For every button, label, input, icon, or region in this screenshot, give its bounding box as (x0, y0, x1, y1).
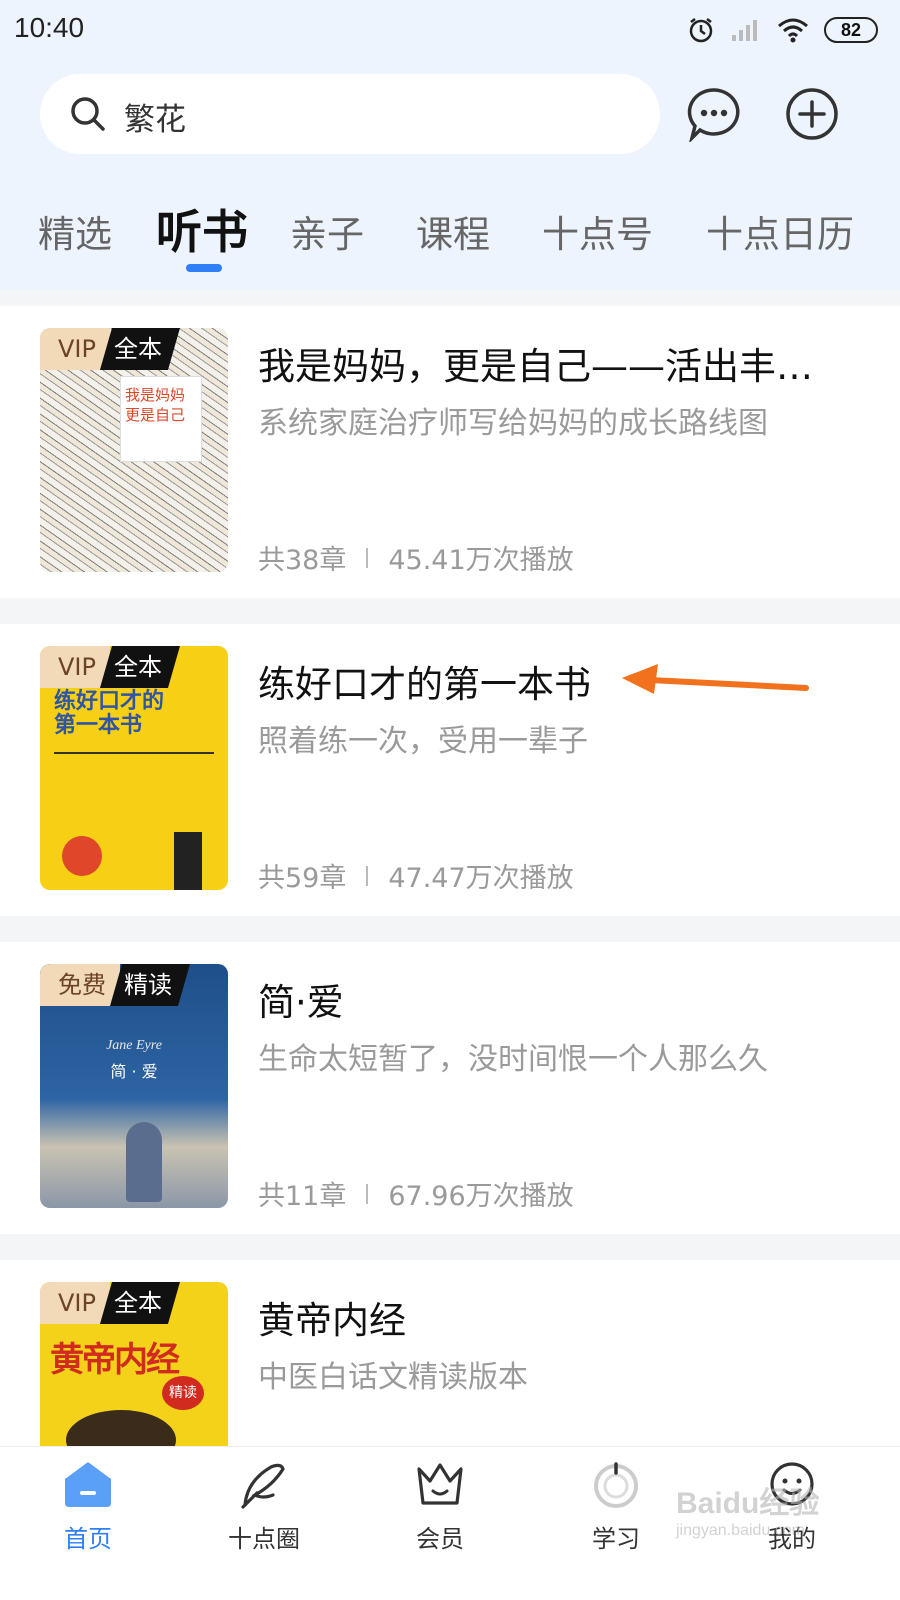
cover-text: 第一本书 (54, 713, 143, 738)
search-input[interactable]: 繁花 (40, 74, 660, 154)
book-badge: VIP 全本 (40, 646, 180, 688)
chapter-count: 共38章 (258, 545, 347, 576)
wifi-icon (778, 18, 808, 43)
vip-badge: VIP (40, 1282, 110, 1324)
search-text: 繁花 (124, 102, 186, 138)
book-badge: VIP 全本 (40, 1282, 180, 1324)
book-title[interactable]: 练好口才的第一本书 (258, 654, 591, 708)
play-count: 45.41万次播放 (388, 545, 574, 576)
book-card[interactable]: 免费 精读 Jane Eyre 简 · 爱 简·爱 生命太短暂了，没时间恨一个人… (0, 942, 900, 1234)
watermark: Baidu经验 jingyan.baidu.com (676, 1478, 819, 1540)
book-meta: 共11章 67.96万次播放 (258, 1174, 574, 1213)
meta-divider (366, 547, 369, 568)
book-card[interactable]: VIP 全本 黄帝内经 精读 黄帝内经 中医白话文精读版本 (0, 1260, 900, 1446)
full-badge: 全本 (100, 328, 180, 370)
cover-text: 简 · 爱 (110, 1062, 158, 1081)
message-icon[interactable] (686, 86, 742, 142)
crown-icon (417, 1463, 463, 1505)
status-bar: 10:40 82 (0, 0, 900, 62)
cover-text: 黄帝内经 (50, 1340, 180, 1380)
nav-label: 学习 (592, 1525, 640, 1553)
cover-title-box: 我是妈妈 更是自己 (120, 376, 202, 462)
study-icon (594, 1462, 638, 1508)
nav-home[interactable]: 首页 (28, 1459, 148, 1554)
cover-text: 练好口才的 (54, 689, 165, 714)
book-meta: 共59章 47.47万次播放 (258, 856, 574, 895)
nav-label: 首页 (64, 1525, 112, 1553)
book-subtitle: 中医白话文精读版本 (258, 1360, 528, 1395)
tab-shidianhao[interactable]: 十点号 (542, 204, 653, 258)
tab-parenting[interactable]: 亲子 (290, 204, 364, 258)
category-tabs: 精选 听书 亲子 课程 十点号 十点日历 (0, 190, 900, 280)
nav-label: 会员 (416, 1525, 464, 1553)
free-badge: 免费 (40, 964, 120, 1006)
nav-circle[interactable]: 十点圈 (204, 1459, 324, 1554)
book-subtitle: 生命太短暂了，没时间恨一个人那么久 (258, 1042, 768, 1077)
nav-study[interactable]: 学习 (556, 1459, 676, 1554)
watermark-sub: jingyan.baidu.com (676, 1522, 805, 1539)
book-badge: 免费 精读 (40, 964, 190, 1006)
battery-indicator: 82 (824, 17, 878, 43)
cover-line (54, 752, 214, 754)
book-badge: VIP 全本 (40, 328, 180, 370)
active-tab-indicator (186, 264, 222, 272)
tab-featured[interactable]: 精选 (38, 204, 112, 258)
meta-divider (366, 865, 369, 886)
watermark-main: Baidu经验 (676, 1487, 820, 1520)
tab-calendar[interactable]: 十点日历 (706, 204, 854, 258)
status-time: 10:40 (14, 12, 85, 43)
cover-text: 精读 (162, 1376, 204, 1410)
meta-divider (366, 1183, 369, 1204)
cover-podium (174, 832, 202, 890)
annotation-arrow-icon (622, 664, 809, 694)
feather-icon (241, 1463, 285, 1509)
book-title[interactable]: 我是妈妈，更是自己——活出丰… (258, 336, 813, 390)
play-count: 67.96万次播放 (388, 1181, 574, 1212)
cover-text: 我是妈妈 (125, 386, 186, 404)
book-title[interactable]: 简·爱 (258, 972, 344, 1026)
book-subtitle: 系统家庭治疗师写给妈妈的成长路线图 (258, 406, 768, 441)
chapter-count: 共11章 (258, 1181, 347, 1212)
search-icon (71, 97, 105, 131)
chapter-count: 共59章 (258, 863, 347, 894)
cover-image (66, 1410, 176, 1446)
book-cover[interactable]: VIP 全本 我是妈妈 更是自己 (40, 328, 228, 572)
intensive-badge: 精读 (110, 964, 190, 1006)
vip-badge: VIP (40, 328, 110, 370)
full-badge: 全本 (100, 646, 180, 688)
home-icon (65, 1462, 111, 1507)
play-count: 47.47万次播放 (388, 863, 574, 894)
book-cover[interactable]: VIP 全本 黄帝内经 精读 (40, 1282, 228, 1446)
cover-figure (126, 1122, 162, 1202)
book-subtitle: 照着练一次，受用一辈子 (258, 724, 588, 759)
tab-courses[interactable]: 课程 (416, 204, 490, 258)
cover-text: 更是自己 (125, 406, 186, 424)
alarm-icon (689, 18, 713, 43)
signal-icon (732, 20, 757, 41)
book-meta: 共38章 45.41万次播放 (258, 538, 574, 577)
book-cover[interactable]: VIP 全本 练好口才的 第一本书 (40, 646, 228, 890)
tab-audiobooks[interactable]: 听书 (156, 196, 248, 262)
book-title[interactable]: 黄帝内经 (258, 1290, 406, 1344)
nav-membership[interactable]: 会员 (380, 1459, 500, 1554)
add-icon[interactable] (784, 86, 840, 142)
cover-seal (62, 836, 102, 876)
nav-label: 十点圈 (228, 1525, 300, 1553)
full-badge: 全本 (100, 1282, 180, 1324)
book-cover[interactable]: 免费 精读 Jane Eyre 简 · 爱 (40, 964, 228, 1208)
status-icons: 82 (686, 12, 878, 48)
vip-badge: VIP (40, 646, 110, 688)
book-card[interactable]: VIP 全本 我是妈妈 更是自己 我是妈妈，更是自己——活出丰… 系统家庭治疗师… (0, 306, 900, 598)
cover-text: Jane Eyre (106, 1038, 162, 1053)
